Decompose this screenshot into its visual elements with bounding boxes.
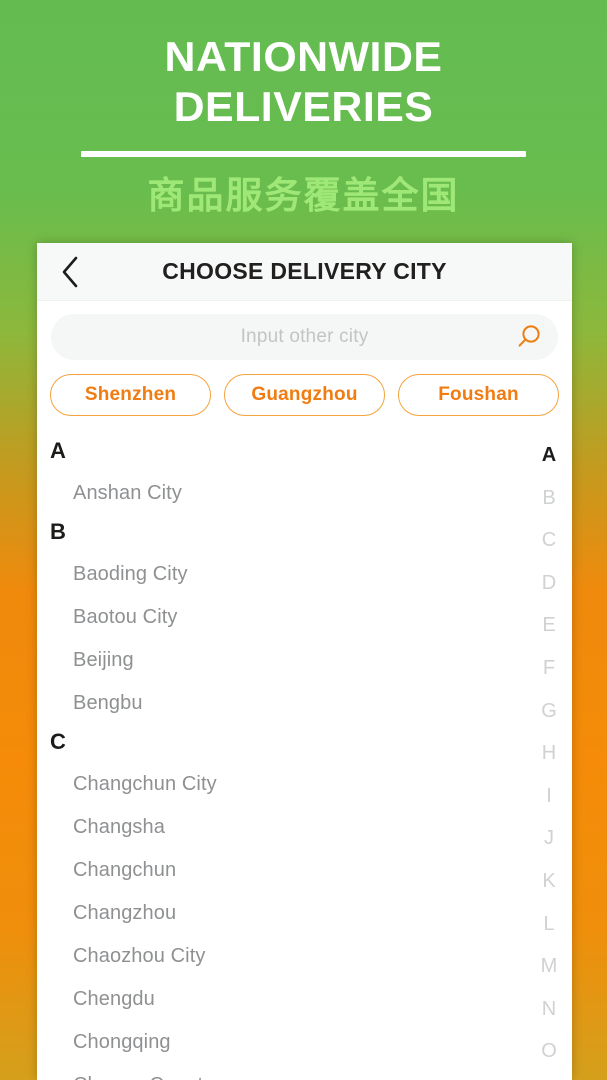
alpha-index-n[interactable]: N xyxy=(526,988,572,1031)
alpha-index-h[interactable]: H xyxy=(526,732,572,775)
promo-divider xyxy=(81,151,526,157)
alpha-index-f[interactable]: F xyxy=(526,647,572,690)
city-list-item[interactable]: Baotou City xyxy=(37,596,524,639)
promo-headline-line1: NATIONWIDE xyxy=(164,33,443,80)
search-placeholder: Input other city xyxy=(240,326,369,347)
alphabet-index[interactable]: ABCDEFGHIJKLMNO xyxy=(526,434,572,1073)
city-list-item[interactable]: Beijing xyxy=(37,639,524,682)
promo-headline: NATIONWIDE DELIVERIES xyxy=(0,32,607,132)
chevron-left-icon xyxy=(60,256,80,288)
city-section-letter: A xyxy=(50,438,66,463)
search-input[interactable]: Input other city xyxy=(51,314,558,360)
chip-city-0[interactable]: Shenzhen xyxy=(50,374,211,416)
city-list-item[interactable]: Baoding City xyxy=(37,553,524,596)
back-button[interactable] xyxy=(47,249,93,295)
alpha-index-c[interactable]: C xyxy=(526,519,572,562)
alpha-index-d[interactable]: D xyxy=(526,562,572,605)
search-icon[interactable] xyxy=(514,323,542,351)
promo-subheadline: 商品服务覆盖全国 xyxy=(147,175,460,216)
city-list-item[interactable]: Chaozhou City xyxy=(37,935,524,978)
city-list-item[interactable]: Changzhou xyxy=(37,892,524,935)
alpha-index-m[interactable]: M xyxy=(526,945,572,988)
city-picker-panel: CHOOSE DELIVERY CITY Input other city Sh… xyxy=(37,243,572,1080)
city-list-item[interactable]: Chengdu xyxy=(37,978,524,1021)
alpha-index-a[interactable]: A xyxy=(526,434,572,477)
city-list-item[interactable]: Chunan County xyxy=(37,1064,524,1080)
city-list-item[interactable]: Bengbu xyxy=(37,682,524,725)
city-list-item[interactable]: Changsha xyxy=(37,806,524,849)
navbar: CHOOSE DELIVERY CITY xyxy=(37,243,572,301)
chip-city-1[interactable]: Guangzhou xyxy=(224,374,385,416)
alpha-index-j[interactable]: J xyxy=(526,817,572,860)
search-section: Input other city xyxy=(37,301,572,360)
alpha-index-i[interactable]: I xyxy=(526,775,572,818)
promo-banner: NATIONWIDE DELIVERIES 商品服务覆盖全国 xyxy=(0,0,607,240)
city-list[interactable]: A Anshan City B Baoding City Baotou City Beij… xyxy=(37,434,572,1080)
page-title: CHOOSE DELIVERY CITY xyxy=(162,258,447,284)
city-list-area: A Anshan City B Baoding City Baotou City Beij… xyxy=(37,434,572,1080)
alpha-index-e[interactable]: E xyxy=(526,604,572,647)
alpha-index-l[interactable]: L xyxy=(526,903,572,946)
city-list-item[interactable]: Chongqing xyxy=(37,1021,524,1064)
promo-headline-line2: DELIVERIES xyxy=(173,83,434,130)
city-section-letter: B xyxy=(50,519,66,544)
alpha-index-o[interactable]: O xyxy=(526,1030,572,1073)
alpha-index-g[interactable]: G xyxy=(526,690,572,733)
quick-city-chips: Shenzhen Guangzhou Foushan xyxy=(37,360,572,416)
city-list-item[interactable]: Anshan City xyxy=(37,472,524,515)
city-list-item[interactable]: Changchun xyxy=(37,849,524,892)
city-section-letter: C xyxy=(50,729,66,754)
chip-city-2[interactable]: Foushan xyxy=(398,374,559,416)
city-list-item[interactable]: Changchun City xyxy=(37,763,524,806)
alpha-index-b[interactable]: B xyxy=(526,477,572,520)
alpha-index-k[interactable]: K xyxy=(526,860,572,903)
